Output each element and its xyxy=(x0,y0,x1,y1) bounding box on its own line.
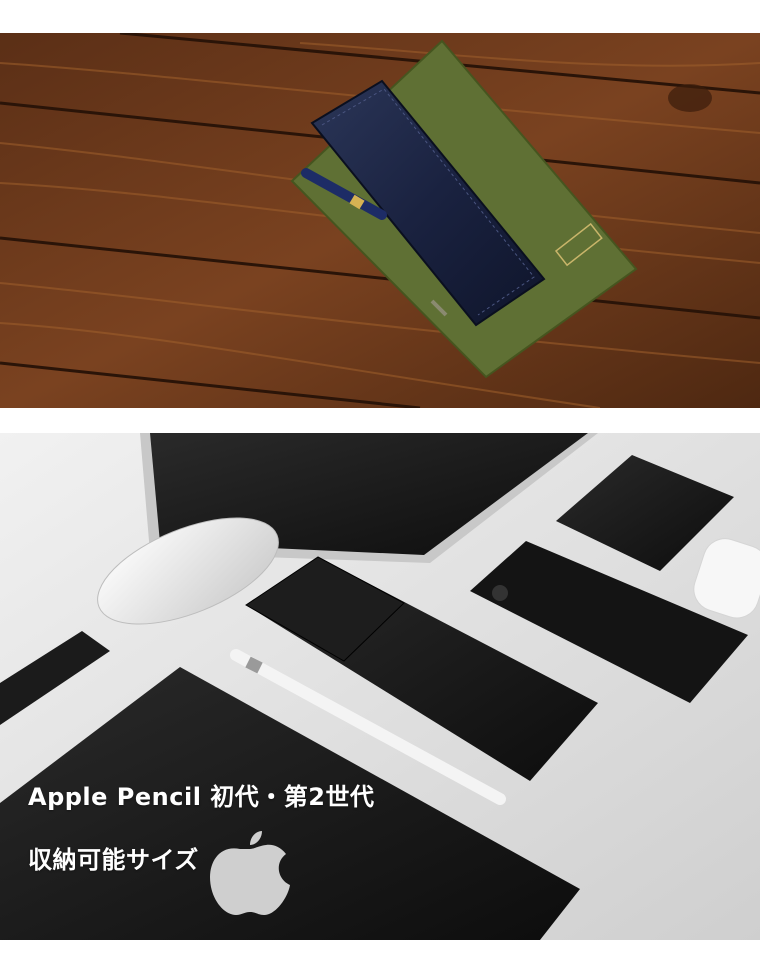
wood-knot xyxy=(668,84,712,112)
caption-storage-size: 収納可能サイズ xyxy=(28,846,199,874)
wood-table-scene xyxy=(0,33,760,408)
iphone-camera xyxy=(492,585,508,601)
product-photo-wood-table xyxy=(0,33,760,408)
caption-apple-pencil: Apple Pencil 初代・第2世代 xyxy=(28,783,375,811)
apple-pencil-band xyxy=(245,656,263,674)
